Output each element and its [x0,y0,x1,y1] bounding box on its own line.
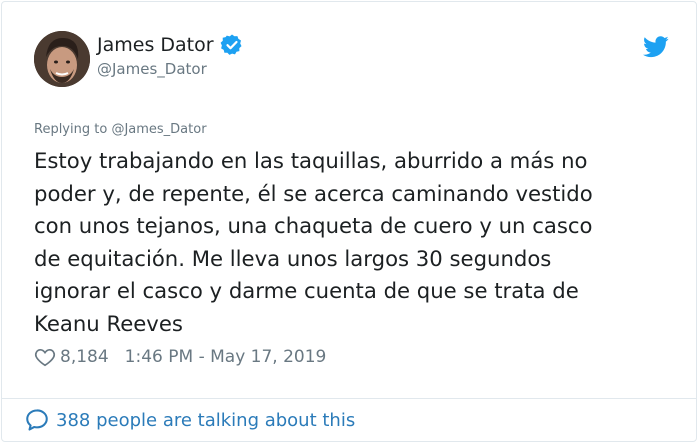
replying-to: Replying to @James_Dator [34,122,207,137]
tweet-meta: 8,184 1:46 PM - May 17, 2019 [34,346,326,368]
tweet-timestamp[interactable]: 1:46 PM - May 17, 2019 [125,347,327,367]
conversation-link[interactable]: 388 people are talking about this [24,407,355,433]
like-count[interactable]: 8,184 [60,347,109,367]
avatar-photo [34,31,90,87]
avatar[interactable] [34,31,90,87]
replying-handle-link[interactable]: @James_Dator [111,122,206,137]
replying-prefix: Replying to [34,122,108,137]
author-name-row: James Dator [97,33,244,57]
speech-bubble-icon [26,409,48,431]
author-handle[interactable]: @James_Dator [97,60,207,78]
twitter-bird-icon[interactable] [643,36,669,58]
author-name[interactable]: James Dator [97,34,214,56]
talking-count-text: 388 people are talking about this [56,409,356,431]
tweet-text: Estoy trabajando en las taquillas, aburr… [34,148,593,336]
verified-badge-icon [220,34,242,55]
heart-icon[interactable] [34,346,56,368]
footer-divider [2,398,696,399]
tweet-card: James Dator @James_Dator Replying to @Ja… [1,1,697,442]
